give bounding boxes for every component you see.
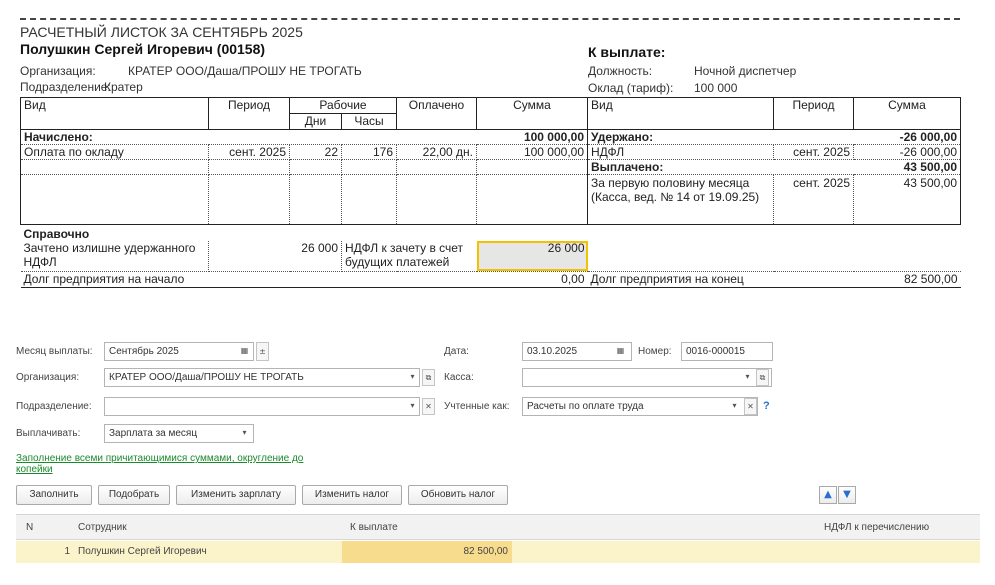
payslip-top-border (20, 18, 960, 20)
arrow-up-icon[interactable]: ▲ (819, 486, 837, 504)
row1-type: Оплата по окладу (20, 144, 209, 160)
accounted-field[interactable]: Расчеты по оплате труда (522, 397, 758, 416)
col-type2-header: Вид (587, 97, 774, 130)
grid-header: N Сотрудник К выплате НДФЛ к перечислени… (16, 514, 980, 540)
dept-clear-icon[interactable]: ✕ (422, 398, 435, 415)
row1-hours: 176 (341, 144, 397, 160)
row3-period2: сент. 2025 (773, 174, 854, 225)
grid-col-n[interactable]: N (26, 522, 33, 533)
table-row[interactable]: 1 Полушкин Сергей Игоревич 82 500,00 (16, 541, 980, 563)
ref-label2: НДФЛ к зачету в счет будущих платежей (341, 241, 477, 272)
select-button[interactable]: Подобрать (98, 485, 170, 505)
org-dropdown-icon[interactable]: ▾ (406, 369, 419, 386)
fill-button[interactable]: Заполнить (16, 485, 92, 505)
arrow-down-icon[interactable]: ▼ (838, 486, 856, 504)
cash-open-icon[interactable]: ⧉ (756, 369, 769, 386)
spin-icon[interactable]: ± (256, 342, 269, 361)
payslip-employee: Полушкин Сергей Игоревич (00158) (20, 41, 266, 57)
cash-label: Касса: (444, 372, 474, 383)
debt-start-label: Долг предприятия на начало (20, 271, 290, 288)
withheld-total: -26 000,00 (853, 129, 961, 145)
cash-dropdown-icon[interactable]: ▾ (741, 369, 754, 386)
accrued-total: 100 000,00 (476, 129, 588, 145)
row1-paid: 22,00 дн. (396, 144, 477, 160)
col-days-header: Дни (289, 113, 342, 130)
dept-label: Подразделение: (16, 401, 92, 412)
row1-period: сент. 2025 (208, 144, 290, 160)
org-field[interactable]: КРАТЕР ООО/Даша/ПРОШУ НЕ ТРОГАТЬ (104, 368, 420, 387)
col-sum2-header: Сумма (853, 97, 961, 130)
org-label: Организация: (16, 372, 80, 383)
payslip-position-label: Должность: (588, 64, 653, 78)
grid-col-employee[interactable]: Сотрудник (78, 522, 127, 533)
col-sum-header: Сумма (476, 97, 588, 130)
payslip-table: Вид Период Рабочие Оплачено Сумма Вид Пе… (20, 97, 961, 288)
paid-out-label: Выплачено: (587, 159, 854, 175)
ref-label: Зачтено излишне удержанного НДФЛ (20, 241, 209, 272)
fill-mode-link[interactable]: Заполнение всеми причитающимися суммами,… (16, 453, 334, 475)
row3-type2: За первую половину месяца (Касса, вед. №… (587, 174, 774, 225)
calendar-icon[interactable]: ▦ (238, 343, 251, 360)
help-icon[interactable]: ? (763, 400, 770, 412)
org-open-icon[interactable]: ⧉ (422, 369, 435, 386)
change-salary-button[interactable]: Изменить зарплату (176, 485, 296, 505)
payslip-position-value: Ночной диспетчер (694, 64, 797, 78)
row-number: 1 (64, 546, 70, 557)
number-label: Номер: (638, 346, 672, 357)
paid-out-total: 43 500,00 (853, 159, 961, 175)
debt-end-label: Долг предприятия на конец (587, 271, 774, 288)
row1-sum2: -26 000,00 (853, 144, 961, 160)
accounted-dropdown-icon[interactable]: ▾ (728, 398, 741, 415)
cash-field[interactable] (522, 368, 772, 387)
row1-sum: 100 000,00 (476, 144, 588, 160)
ref-value2-cell[interactable]: 26 000 (476, 241, 588, 272)
col-work-header: Рабочие (289, 97, 397, 114)
date-label: Дата: (444, 346, 469, 357)
month-label: Месяц выплаты: (16, 346, 93, 357)
grid-col-tax[interactable]: НДФЛ к перечислению (824, 522, 929, 533)
number-field[interactable]: 0016-000015 (681, 342, 773, 361)
debt-end-value: 82 500,00 (853, 271, 961, 288)
col-paid-header: Оплачено (396, 97, 477, 130)
col-period-header: Период (208, 97, 290, 130)
payslip-to-pay: К выплате: (588, 44, 666, 60)
row1-days: 22 (289, 144, 342, 160)
row-employee[interactable]: Полушкин Сергей Игоревич (78, 546, 207, 557)
row1-period2: сент. 2025 (773, 144, 854, 160)
ref-value: 26 000 (208, 241, 342, 272)
col-type-header: Вид (20, 97, 209, 130)
date-calendar-icon[interactable]: ▦ (614, 343, 627, 360)
payslip-salary-value: 100 000 (694, 81, 738, 95)
col-period2-header: Период (773, 97, 854, 130)
update-tax-button[interactable]: Обновить налог (408, 485, 508, 505)
pay-dropdown-icon[interactable]: ▾ (238, 425, 251, 442)
payslip-salary-label: Оклад (тариф): (588, 81, 674, 95)
accrued-label: Начислено: (20, 129, 477, 145)
month-field[interactable]: Сентябрь 2025 (104, 342, 254, 361)
dept-field[interactable] (104, 397, 420, 416)
dept-dropdown-icon[interactable]: ▾ (406, 398, 419, 415)
payslip-dept-label: Подразделение: (20, 80, 111, 94)
row-to-pay: 82 500,00 (463, 546, 509, 557)
reference-label: Справочно (20, 224, 961, 241)
payslip-org-value: КРАТЕР ООО/Даша/ПРОШУ НЕ ТРОГАТЬ (128, 64, 362, 78)
payslip-dept-value: Кратер (104, 80, 143, 94)
payslip-title: РАСЧЕТНЫЙ ЛИСТОК ЗА СЕНТЯБРЬ 2025 (20, 24, 303, 40)
accounted-label: Учтенные как: (444, 401, 510, 412)
payslip-org-label: Организация: (20, 64, 96, 78)
accounted-clear-icon[interactable]: ✕ (744, 398, 757, 415)
row3-sum2: 43 500,00 (853, 174, 961, 225)
row1-type2: НДФЛ (587, 144, 774, 160)
debt-start-value: 0,00 (476, 271, 588, 288)
change-tax-button[interactable]: Изменить налог (302, 485, 402, 505)
row-to-pay-cell[interactable]: 82 500,00 (342, 541, 512, 563)
grid-col-to-pay[interactable]: К выплате (350, 522, 398, 533)
pay-label: Выплачивать: (16, 428, 81, 439)
pay-field[interactable]: Зарплата за месяц (104, 424, 254, 443)
col-hours-header: Часы (341, 113, 397, 130)
withheld-label: Удержано: (587, 129, 854, 145)
